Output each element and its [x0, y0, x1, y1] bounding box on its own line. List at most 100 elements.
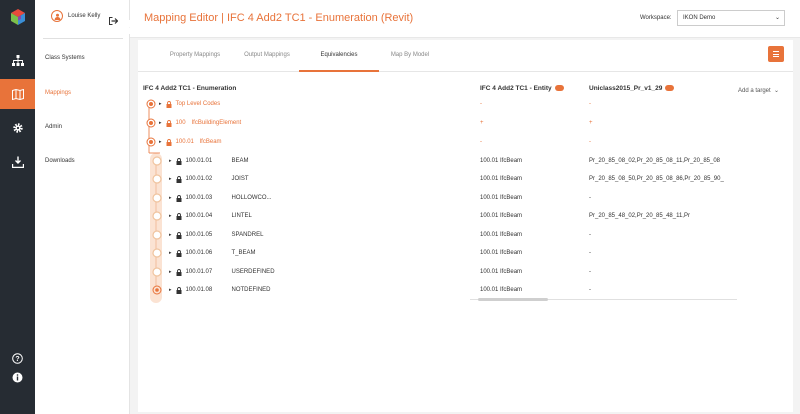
class-systems-nav-icon[interactable] [0, 45, 35, 75]
table-row[interactable]: ▸ 100.01 IfcBeam - - [138, 133, 793, 151]
uniclass-cell[interactable]: - [589, 133, 591, 151]
expand-arrow-icon[interactable]: ▸ [169, 195, 172, 201]
expand-arrow-icon[interactable]: ▸ [169, 269, 172, 275]
lock-icon [166, 100, 172, 108]
table-row[interactable]: ▸ 100.01.02 JOIST 100.01 IfcBeam Pr_20_85_08… [138, 170, 793, 188]
logout-icon[interactable] [109, 12, 119, 30]
user-name: Louise Kelly [68, 13, 101, 19]
workspace-value: IKON Demo [683, 15, 716, 21]
cloud-icon[interactable] [554, 85, 564, 92]
uniclass-cell[interactable]: - [589, 95, 591, 113]
lock-icon [176, 231, 182, 239]
table-row[interactable]: ▸ 100.01.03 HOLLOWCO... 100.01 IfcBeam - [138, 189, 793, 207]
expand-arrow-icon[interactable]: ▸ [169, 250, 172, 256]
uniclass-cell[interactable]: Pr_20_85_08_02,Pr_20_85_08_11,Pr_20_85_0… [589, 152, 720, 170]
tree-node-open-icon[interactable] [152, 193, 162, 203]
scrollbar-thumb[interactable] [478, 298, 548, 301]
row-name: LINTEL [231, 213, 252, 219]
row-name: HOLLOWCO... [231, 195, 272, 201]
tree-node-open-icon[interactable] [152, 230, 162, 240]
expand-arrow-icon[interactable]: ▸ [169, 213, 172, 219]
row-code: 100.01.02 [185, 176, 213, 182]
tree-node-open-icon[interactable] [152, 211, 162, 221]
source-cell: ▸ 100.01.08 NOTDEFINED [169, 281, 271, 299]
tab-equivalencies[interactable]: Equivalencies [299, 52, 379, 58]
row-name: NOTDEFINED [231, 287, 271, 293]
tree-node-filled-icon[interactable] [146, 99, 156, 109]
uniclass-cell[interactable]: + [589, 114, 593, 132]
table-row[interactable]: ▸ Top Level Codes - - [138, 95, 793, 113]
tree-node-open-icon[interactable] [152, 267, 162, 277]
uniclass-cell[interactable]: - [589, 189, 591, 207]
mappings-nav-icon[interactable] [0, 79, 35, 109]
entity-cell[interactable]: 100.01 IfcBeam [480, 152, 522, 170]
row-code: 100.01.08 [185, 287, 213, 293]
table-row[interactable]: ▸ 100.01.01 BEAM 100.01 IfcBeam Pr_20_85_08_… [138, 152, 793, 170]
sidebar-divider [43, 38, 123, 39]
tab-bar: Property Mappings Output Mappings Equiva… [138, 40, 793, 72]
table-row[interactable]: ▸ 100.01.07 USERDEFINED 100.01 IfcBeam - [138, 263, 793, 281]
sidebar-item-downloads[interactable]: Downloads [45, 158, 75, 164]
target-uniclass-header-label: Uniclass2015_Pr_v1_29 [589, 85, 663, 92]
entity-cell[interactable]: 100.01 IfcBeam [480, 170, 522, 188]
expand-arrow-icon[interactable]: ▸ [159, 139, 162, 145]
entity-cell[interactable]: 100.01 IfcBeam [480, 226, 522, 244]
target-entity-header: IFC 4 Add2 TC1 - Entity [480, 85, 564, 92]
source-cell: ▸ 100 IfcBuildingElement [159, 114, 241, 132]
entity-cell[interactable]: - [480, 133, 482, 151]
source-cell: ▸ 100.01.03 HOLLOWCO... [169, 189, 272, 207]
expand-arrow-icon[interactable]: ▸ [159, 101, 162, 107]
row-name: Top Level Codes [175, 101, 221, 107]
add-target-dropdown[interactable]: Add a target ⌄ [738, 87, 779, 94]
sidebar-item-class-systems[interactable]: Class Systems [45, 55, 85, 61]
entity-cell[interactable]: + [480, 114, 484, 132]
cloud-icon[interactable] [665, 85, 675, 92]
active-tab-indicator [299, 70, 379, 72]
expand-arrow-icon[interactable]: ▸ [169, 176, 172, 182]
menu-button[interactable] [768, 46, 784, 62]
entity-cell[interactable]: - [480, 95, 482, 113]
tab-map-by-model[interactable]: Map By Model [376, 52, 444, 58]
main-area: Mapping Editor | IFC 4 Add2 TC1 - Enumer… [130, 0, 800, 414]
uniclass-cell[interactable]: - [589, 226, 591, 244]
uniclass-cell[interactable]: - [589, 244, 591, 262]
expand-arrow-icon[interactable]: ▸ [169, 158, 172, 164]
uniclass-cell[interactable]: Pr_20_85_08_50,Pr_20_85_08_86,Pr_20_85_9… [589, 170, 724, 188]
tree-node-open-icon[interactable] [152, 248, 162, 258]
expand-arrow-icon[interactable]: ▸ [169, 287, 172, 293]
downloads-icon[interactable] [0, 147, 35, 177]
row-name: USERDEFINED [231, 269, 275, 275]
info-icon[interactable] [0, 362, 35, 392]
sidebar-item-mappings[interactable]: Mappings [45, 90, 71, 96]
table-row[interactable]: ▸ 100.01.05 SPANDREL 100.01 IfcBeam - [138, 226, 793, 244]
entity-cell[interactable]: 100.01 IfcBeam [480, 263, 522, 281]
admin-gear-icon[interactable] [0, 113, 35, 143]
table-row[interactable]: ▸ 100.01.04 LINTEL 100.01 IfcBeam Pr_20_85_4… [138, 207, 793, 225]
row-name: IfcBeam [199, 139, 222, 145]
expand-arrow-icon[interactable]: ▸ [169, 232, 172, 238]
user-profile[interactable]: Louise Kelly [51, 10, 100, 22]
horizontal-scrollbar[interactable] [470, 297, 737, 302]
tree-node-filled-icon[interactable] [146, 118, 156, 128]
workspace-select[interactable]: IKON Demo ⌄ [677, 10, 785, 26]
tree-node-open-icon[interactable] [152, 156, 162, 166]
sidebar-item-admin[interactable]: Admin [45, 124, 62, 130]
source-cell: ▸ Top Level Codes [159, 95, 220, 113]
target-entity-header-label: IFC 4 Add2 TC1 - Entity [480, 85, 552, 92]
entity-cell[interactable]: 100.01 IfcBeam [480, 244, 522, 262]
entity-cell[interactable]: 100.01 IfcBeam [480, 189, 522, 207]
tab-output-mappings[interactable]: Output Mappings [234, 52, 300, 58]
entity-cell[interactable]: 100.01 IfcBeam [480, 207, 522, 225]
uniclass-cell[interactable]: Pr_20_85_48_02,Pr_20_85_48_11,Pr [589, 207, 690, 225]
expand-arrow-icon[interactable]: ▸ [159, 120, 162, 126]
tree-node-open-icon[interactable] [152, 174, 162, 184]
uniclass-cell[interactable]: - [589, 263, 591, 281]
source-cell: ▸ 100.01.01 BEAM [169, 152, 249, 170]
table-row[interactable]: ▸ 100 IfcBuildingElement + + [138, 114, 793, 132]
lock-icon [176, 212, 182, 220]
lock-icon [176, 268, 182, 276]
tree-node-open-icon[interactable] [152, 285, 162, 295]
tree-node-filled-icon[interactable] [146, 137, 156, 147]
tab-property-mappings[interactable]: Property Mappings [160, 52, 230, 58]
table-row[interactable]: ▸ 100.01.06 T_BEAM 100.01 IfcBeam - [138, 244, 793, 262]
